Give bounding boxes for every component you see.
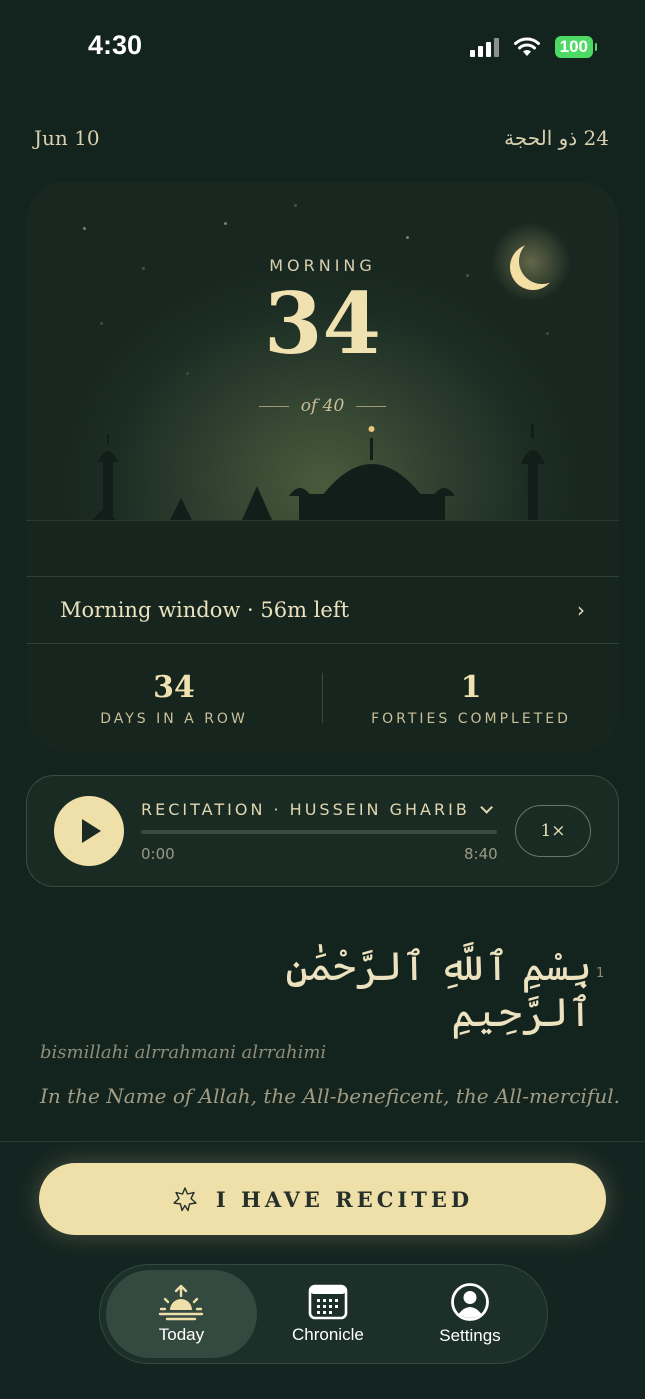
forties-label: FORTIES COMPLETED xyxy=(371,710,571,727)
session-label: MORNING xyxy=(269,256,376,275)
day-count: 34 xyxy=(264,274,381,373)
tab-settings[interactable]: Settings xyxy=(399,1270,541,1358)
progress-card: MORNING 34 of 40 Morning window · 56m le… xyxy=(26,182,619,752)
window-text: Morning window · 56m left xyxy=(60,598,350,622)
battery-icon: 100 xyxy=(554,36,598,58)
reciter-label: RECITATION · HUSSEIN GHARIB xyxy=(141,800,470,819)
streak-stat: 34 DAYS IN A ROW xyxy=(26,644,322,752)
night-sky-illustration: MORNING 34 of 40 xyxy=(26,182,619,576)
streak-label: DAYS IN A ROW xyxy=(100,710,248,727)
calendar-icon xyxy=(308,1284,348,1320)
tab-chronicle-label: Chronicle xyxy=(292,1325,364,1344)
tab-settings-label: Settings xyxy=(439,1326,501,1345)
translation: In the Name of Allah, the All-beneficent… xyxy=(40,1084,620,1108)
gregorian-date: Jun 10 xyxy=(34,126,100,150)
reciter-selector[interactable]: RECITATION · HUSSEIN GHARIB xyxy=(141,800,493,819)
tab-today[interactable]: Today xyxy=(106,1270,257,1358)
ayah-number: 1 xyxy=(596,966,605,981)
tab-chronicle[interactable]: Chronicle xyxy=(257,1270,399,1358)
status-time: 4:30 xyxy=(88,30,143,60)
hijri-date: 24 ذو الحجة xyxy=(504,126,609,150)
audio-player: RECITATION · HUSSEIN GHARIB 0:00 8:40 1× xyxy=(26,775,619,887)
wifi-icon xyxy=(513,37,540,56)
playback-progress[interactable] xyxy=(141,830,497,834)
signal-icon xyxy=(469,37,499,57)
mosque-skyline-icon xyxy=(92,424,545,522)
morning-window-row[interactable]: Morning window · 56m left › xyxy=(26,576,619,644)
play-icon xyxy=(82,819,101,843)
forties-stat: 1 FORTIES COMPLETED xyxy=(323,644,619,752)
chevron-down-icon xyxy=(480,801,493,814)
streak-value: 34 xyxy=(153,669,195,705)
recited-label: I HAVE RECITED xyxy=(215,1186,474,1212)
account-icon xyxy=(451,1283,489,1321)
time-current: 0:00 xyxy=(141,845,175,863)
speed-button[interactable]: 1× xyxy=(515,805,591,857)
status-indicators: 100 xyxy=(469,36,598,58)
play-button[interactable] xyxy=(54,796,124,866)
time-total: 8:40 xyxy=(464,845,498,863)
tab-today-label: Today xyxy=(158,1325,205,1344)
star-icon xyxy=(173,1187,197,1212)
ground xyxy=(26,520,619,576)
arabic-verse: بِسْمِ ٱللَّهِ ٱلرَّحْمَٰنِ ٱلرَّحِيمِ xyxy=(285,944,592,1036)
sunrise-icon xyxy=(159,1284,204,1321)
chevron-right-icon: › xyxy=(577,598,585,622)
tab-bar: Today Chronicle Settings xyxy=(99,1264,548,1364)
i-have-recited-button[interactable]: I HAVE RECITED xyxy=(39,1163,606,1235)
forties-value: 1 xyxy=(460,669,482,705)
stats-row: 34 DAYS IN A ROW 1 FORTIES COMPLETED xyxy=(26,644,619,752)
transliteration: bismillahi alrrahmani alrrahimi xyxy=(40,1042,327,1063)
